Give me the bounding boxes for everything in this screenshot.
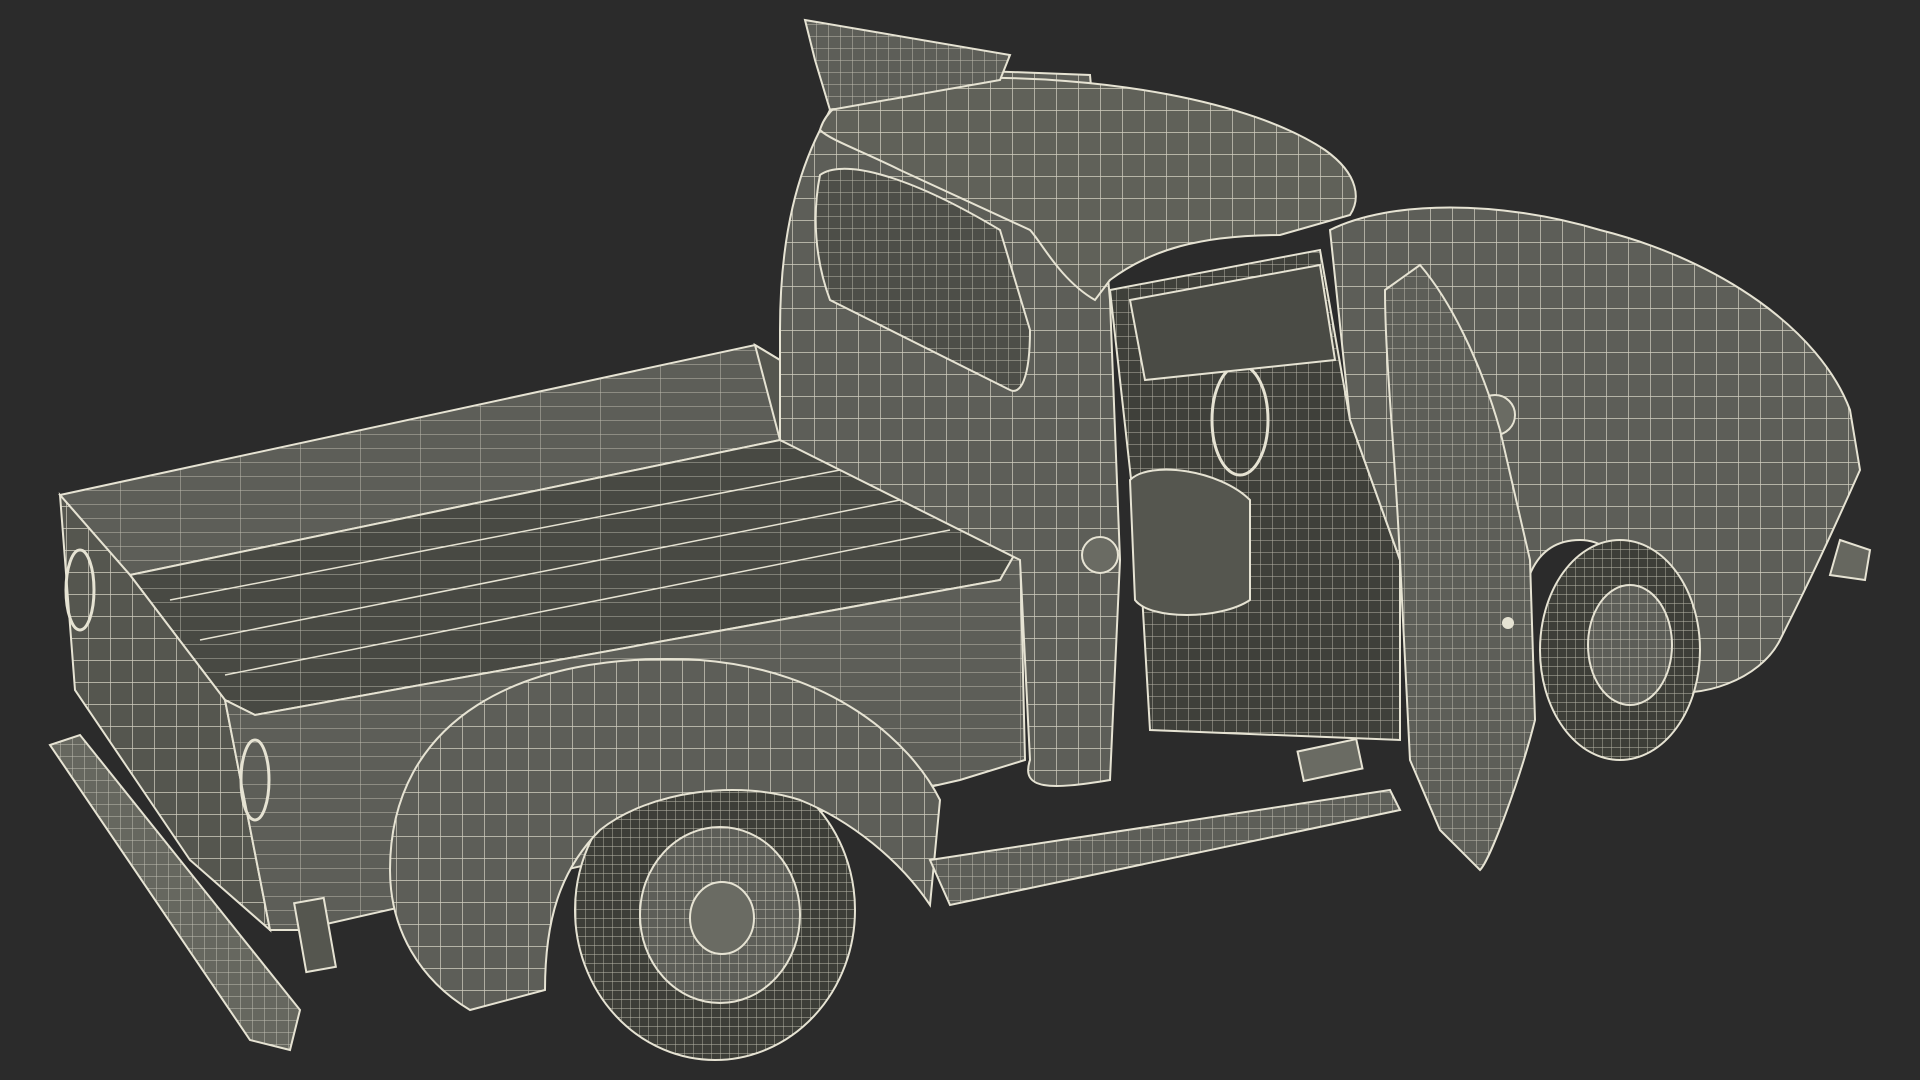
- fuel-cap: [1081, 536, 1119, 574]
- rear-hubcap: [689, 881, 755, 955]
- truck-render: [48, 18, 1872, 1061]
- door-handle: [1502, 617, 1514, 629]
- seat: [1128, 468, 1251, 616]
- front-bumper: [1828, 538, 1872, 582]
- step-plate: [1296, 737, 1364, 783]
- front-wheel: [1539, 539, 1701, 761]
- render-viewport: [0, 0, 1920, 1080]
